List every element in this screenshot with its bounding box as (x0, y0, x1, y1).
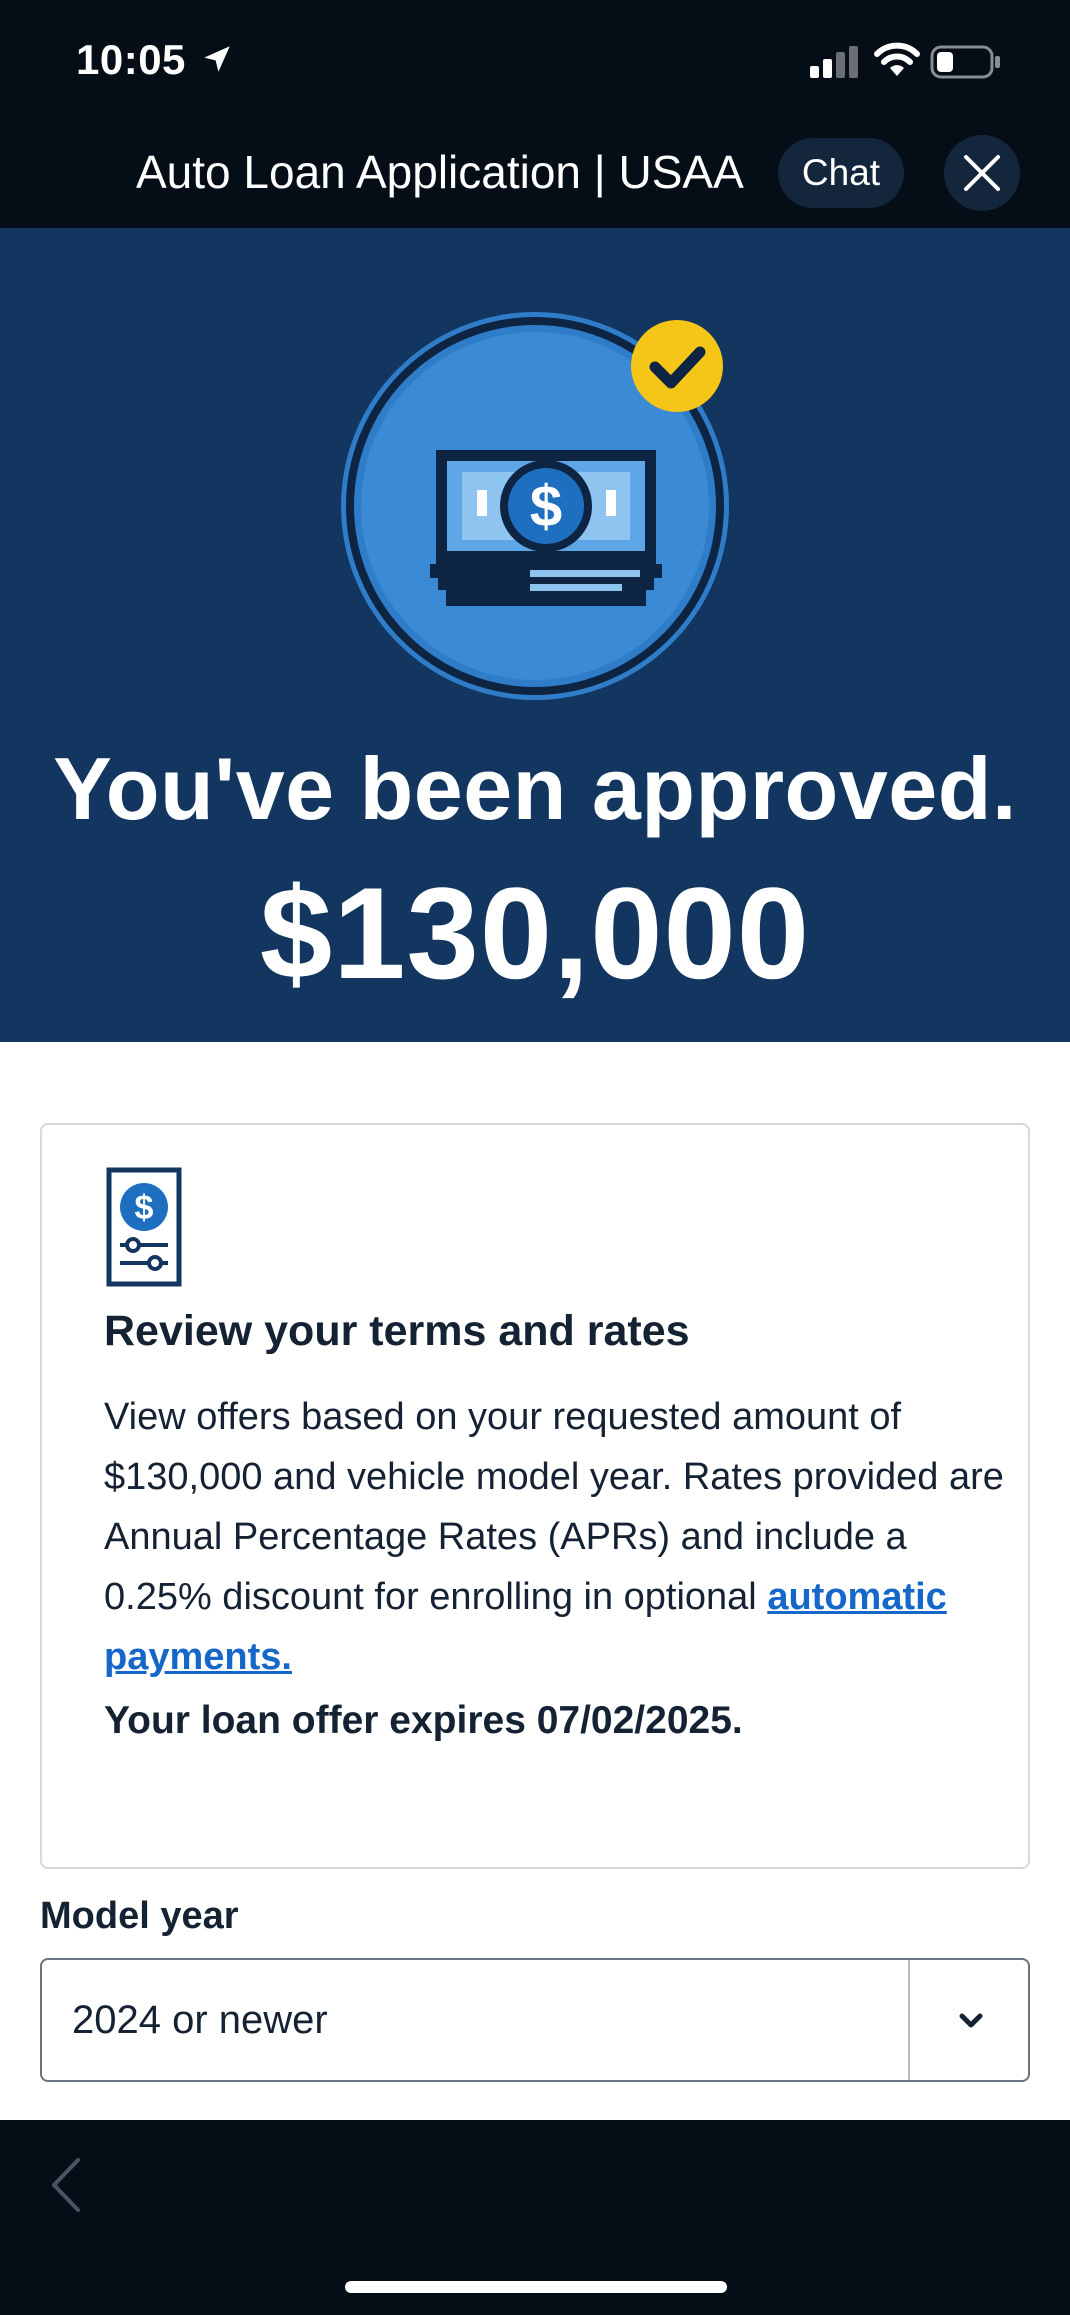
terms-card: $ Review your terms and rates View offer… (40, 1123, 1030, 1869)
svg-text:$: $ (135, 1189, 154, 1227)
approval-hero: $ You've been approved. $130,000 (0, 228, 1070, 1042)
checkmark-badge-icon (631, 320, 723, 412)
close-icon (964, 155, 1000, 191)
select-divider (908, 1960, 910, 2080)
svg-text:$: $ (530, 474, 562, 539)
location-arrow-icon (204, 46, 230, 72)
money-stack-icon: $ (341, 312, 729, 700)
chevron-left-icon[interactable] (46, 2150, 86, 2220)
status-time: 10:05 (76, 36, 186, 83)
document-dollar-icon: $ (106, 1167, 182, 1287)
model-year-label: Model year (40, 1895, 239, 1937)
model-year-value: 2024 or newer (72, 1998, 328, 2042)
battery-icon (930, 45, 1000, 79)
cellular-signal-icon (810, 46, 858, 78)
approved-amount: $130,000 (259, 860, 811, 1006)
page-title: Auto Loan Application | USAA (136, 146, 744, 198)
app-header: Auto Loan Application | USAA Chat (0, 118, 1070, 228)
bottom-bar (0, 2120, 1070, 2315)
screen: 10:05 Auto Loan Application | USAA Chat (0, 0, 1070, 2315)
approval-heading: You've been approved. (53, 739, 1017, 838)
main-content: $ Review your terms and rates View offer… (0, 1042, 1070, 2120)
close-button[interactable] (944, 135, 1020, 211)
home-indicator[interactable] (345, 2281, 727, 2293)
model-year-select[interactable]: 2024 or newer (40, 1958, 1030, 2082)
chat-button[interactable]: Chat (778, 138, 904, 208)
chevron-down-icon (959, 2013, 983, 2028)
offer-expiry: Your loan offer expires 07/02/2025. (104, 1699, 743, 1742)
wifi-icon (874, 42, 920, 76)
terms-title: Review your terms and rates (104, 1307, 690, 1355)
status-bar: 10:05 (0, 0, 1070, 118)
terms-description: View offers based on your requested amou… (104, 1387, 1004, 1687)
